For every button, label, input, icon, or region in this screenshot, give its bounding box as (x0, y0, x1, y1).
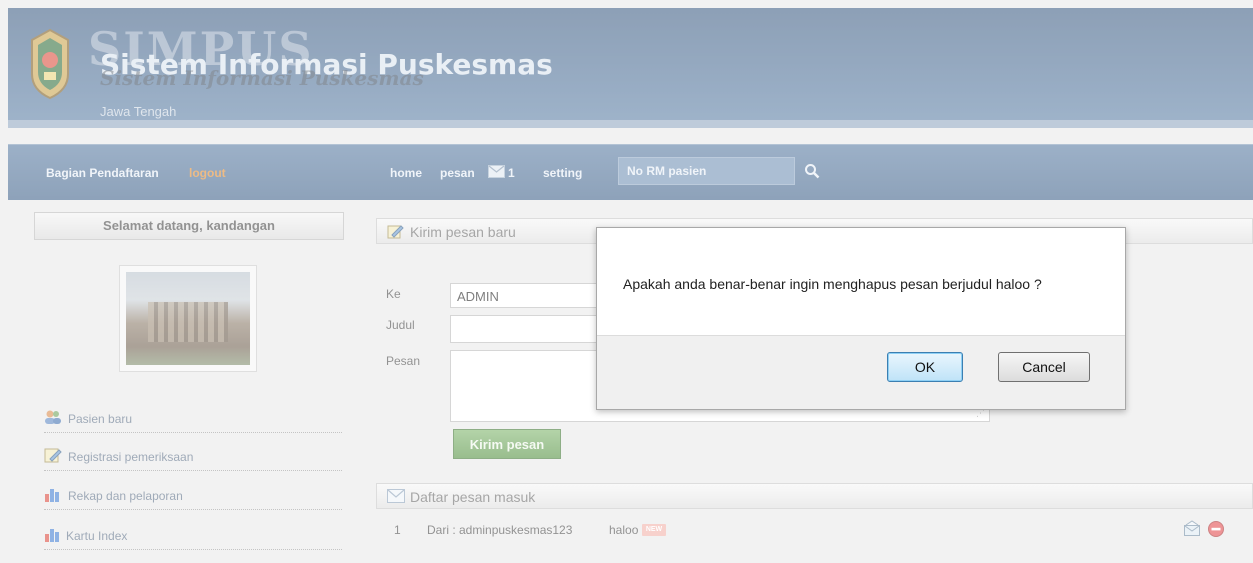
dialog-footer: OK Cancel (597, 335, 1125, 409)
dialog-message: Apakah anda benar-benar ingin menghapus … (623, 276, 1042, 292)
confirm-delete-dialog: Apakah anda benar-benar ingin menghapus … (596, 227, 1126, 410)
cancel-button[interactable]: Cancel (998, 352, 1090, 382)
ok-button[interactable]: OK (887, 352, 963, 382)
